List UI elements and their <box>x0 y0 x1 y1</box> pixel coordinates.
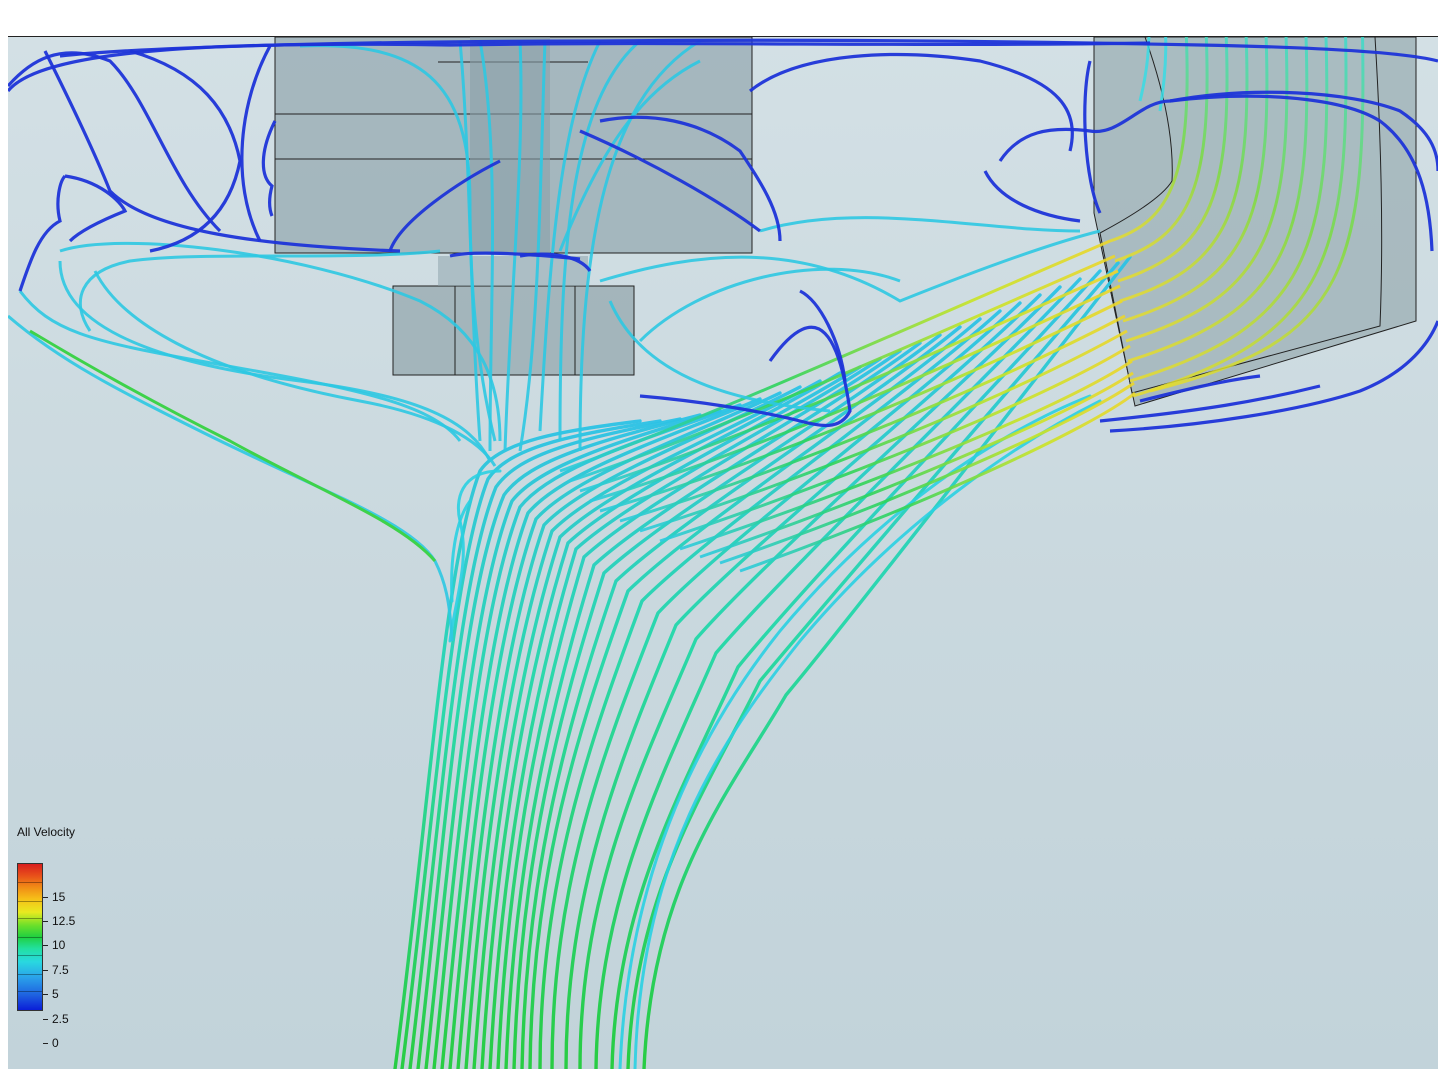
legend-label-7-5: 7.5 <box>52 963 69 977</box>
streamline-scene <box>8 37 1438 1069</box>
legend-label-5: 5 <box>52 987 59 1001</box>
legend-label-0: 0 <box>52 1036 59 1050</box>
velocity-legend: All Velocity 15 12.5 10 7.5 5 2.5 0 <box>8 825 128 1049</box>
legend-color-bar <box>17 863 43 1011</box>
streamlines-main <box>393 255 1132 1069</box>
legend-label-10: 10 <box>52 938 66 952</box>
legend-title: All Velocity <box>17 825 76 839</box>
cfd-viewport[interactable] <box>8 36 1438 1069</box>
legend-label-2-5: 2.5 <box>52 1012 69 1026</box>
legend-label-15: 15 <box>52 890 66 904</box>
legend-label-12-5: 12.5 <box>52 914 76 928</box>
streamlines-jet <box>559 239 1136 573</box>
